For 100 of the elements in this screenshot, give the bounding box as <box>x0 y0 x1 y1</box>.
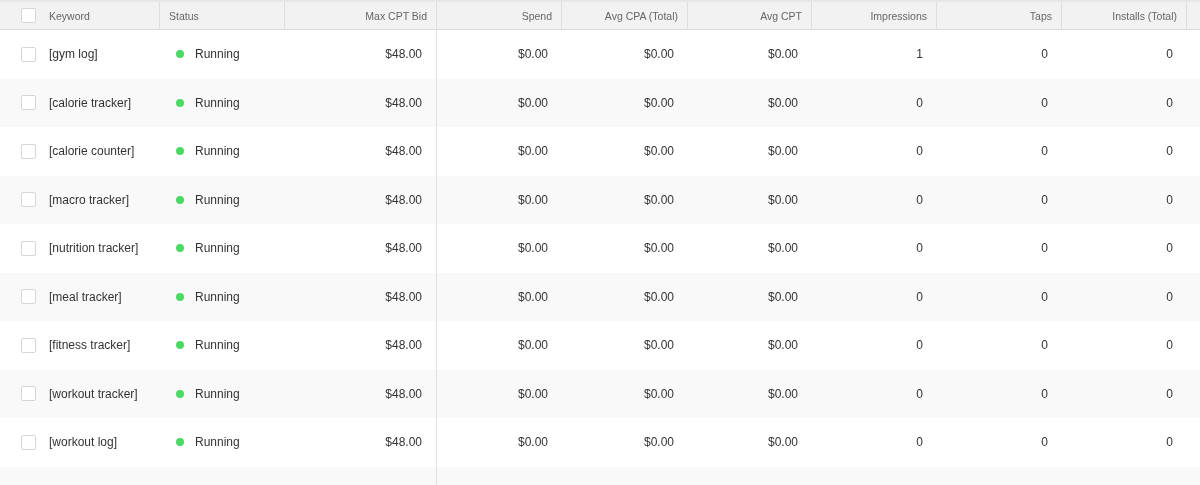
installs-cell: 0 <box>1166 47 1173 62</box>
spend-cell: $0.00 <box>517 192 548 207</box>
column-header[interactable]: Spend <box>521 9 552 22</box>
bid-cell: $48.00 <box>385 435 422 450</box>
bid-cell: $48.00 <box>385 47 422 62</box>
row-checkbox[interactable] <box>21 95 36 111</box>
select-all-checkbox[interactable] <box>21 8 36 23</box>
impressions-cell: 0 <box>916 95 923 110</box>
installs-cell: 0 <box>1166 386 1173 401</box>
row-checkbox[interactable] <box>21 143 36 159</box>
cpt-cell: $0.00 <box>767 192 798 207</box>
taps-cell: 0 <box>1041 289 1048 304</box>
column-header[interactable]: Avg CPA (Total) <box>604 9 678 22</box>
spend-cell: $0.00 <box>517 144 548 159</box>
keyword-cell: [fitness tracker] <box>49 338 131 353</box>
bid-cell: $48.00 <box>385 241 422 256</box>
impressions-cell: 0 <box>916 144 923 159</box>
row-checkbox[interactable] <box>21 192 36 208</box>
row-checkbox[interactable] <box>21 337 36 353</box>
keyword-cell: [meal tracker] <box>49 289 122 304</box>
spend-cell: $0.00 <box>517 386 548 401</box>
installs-cell: 0 <box>1166 144 1173 159</box>
taps-cell: 0 <box>1041 386 1048 401</box>
bid-cell: $48.00 <box>385 338 422 353</box>
bid-cell: $48.00 <box>385 95 422 110</box>
cpt-cell: $0.00 <box>767 95 798 110</box>
cpt-cell: $0.00 <box>767 435 798 450</box>
keyword-cell: [gym log] <box>49 47 98 62</box>
taps-cell: 0 <box>1041 435 1048 450</box>
cpa-cell: $0.00 <box>643 338 674 353</box>
installs-cell: 0 <box>1166 241 1173 256</box>
column-header[interactable]: Installs (Total) <box>1112 9 1177 22</box>
cpa-cell: $0.00 <box>643 241 674 256</box>
cpt-cell: $0.00 <box>767 144 798 159</box>
status-text: Running <box>195 338 240 353</box>
row-checkbox[interactable] <box>21 289 36 305</box>
status-text: Running <box>195 144 240 159</box>
bid-cell: $48.00 <box>385 192 422 207</box>
row-checkbox[interactable] <box>21 434 36 450</box>
cpt-cell: $0.00 <box>767 338 798 353</box>
cpa-cell: $0.00 <box>643 95 674 110</box>
status-text: Running <box>195 289 240 304</box>
column-header[interactable]: Max CPT Bid <box>365 9 427 22</box>
cpt-cell: $0.00 <box>767 386 798 401</box>
status-text: Running <box>195 192 240 207</box>
impressions-cell: 0 <box>916 241 923 256</box>
impressions-cell: 0 <box>916 289 923 304</box>
taps-cell: 0 <box>1041 144 1048 159</box>
impressions-cell: 0 <box>916 338 923 353</box>
cpa-cell: $0.00 <box>643 47 674 62</box>
taps-cell: 0 <box>1041 47 1048 62</box>
installs-cell: 0 <box>1166 338 1173 353</box>
keyword-cell: [workout tracker] <box>49 386 138 401</box>
cpa-cell: $0.00 <box>643 144 674 159</box>
status-text: Running <box>195 386 240 401</box>
bid-cell: $48.00 <box>385 289 422 304</box>
taps-cell: 0 <box>1041 95 1048 110</box>
column-header[interactable]: Status <box>169 9 199 22</box>
impressions-cell: 0 <box>916 435 923 450</box>
installs-cell: 0 <box>1166 435 1173 450</box>
taps-cell: 0 <box>1041 241 1048 256</box>
spend-cell: $0.00 <box>517 435 548 450</box>
taps-cell: 0 <box>1041 192 1048 207</box>
taps-cell: 0 <box>1041 338 1048 353</box>
row-checkbox[interactable] <box>21 386 36 402</box>
row-checkbox[interactable] <box>21 240 36 256</box>
keyword-cell: [macro tracker] <box>49 192 129 207</box>
keyword-cell: [calorie tracker] <box>49 95 132 110</box>
cpa-cell: $0.00 <box>643 192 674 207</box>
installs-cell: 0 <box>1166 289 1173 304</box>
spend-cell: $0.00 <box>517 95 548 110</box>
cpt-cell: $0.00 <box>767 241 798 256</box>
spend-cell: $0.00 <box>517 47 548 62</box>
column-header[interactable]: Keyword <box>49 9 90 22</box>
impressions-cell: 1 <box>916 47 923 62</box>
impressions-cell: 0 <box>916 192 923 207</box>
impressions-cell: 0 <box>916 386 923 401</box>
cpt-cell: $0.00 <box>767 289 798 304</box>
column-header[interactable]: Taps <box>1029 9 1052 22</box>
installs-cell: 0 <box>1166 192 1173 207</box>
cpa-cell: $0.00 <box>643 289 674 304</box>
keyword-cell: [workout log] <box>49 435 118 450</box>
spend-cell: $0.00 <box>517 241 548 256</box>
spend-cell: $0.00 <box>517 289 548 304</box>
installs-cell: 0 <box>1166 95 1173 110</box>
row-checkbox[interactable] <box>21 46 36 62</box>
status-text: Running <box>195 241 240 256</box>
status-text: Running <box>195 435 240 450</box>
bid-cell: $48.00 <box>385 386 422 401</box>
column-header[interactable]: Impressions <box>870 9 927 22</box>
status-text: Running <box>195 47 240 62</box>
bid-cell: $48.00 <box>385 144 422 159</box>
keyword-cell: [nutrition tracker] <box>49 241 139 256</box>
column-header[interactable]: Avg CPT <box>760 9 802 22</box>
cpt-cell: $0.00 <box>767 47 798 62</box>
cpa-cell: $0.00 <box>643 435 674 450</box>
status-text: Running <box>195 95 240 110</box>
cpa-cell: $0.00 <box>643 386 674 401</box>
keyword-cell: [calorie counter] <box>49 144 135 159</box>
spend-cell: $0.00 <box>517 338 548 353</box>
